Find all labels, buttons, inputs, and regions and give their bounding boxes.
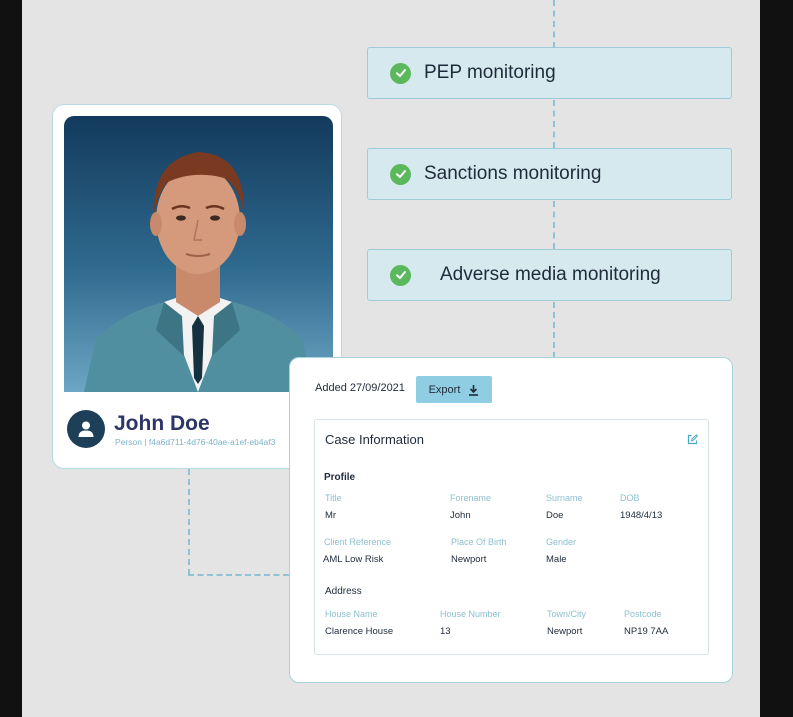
- field-value: Doe: [546, 510, 564, 521]
- canvas: PEP monitoring Sanctions monitoring Adve…: [22, 0, 760, 717]
- monitor-label: PEP monitoring: [424, 62, 556, 83]
- case-card: Added 27/09/2021 Export Case Information…: [289, 357, 733, 683]
- edit-icon[interactable]: [687, 432, 699, 450]
- field-value: Mr: [325, 510, 337, 521]
- connector-line: [188, 574, 289, 576]
- field-value: 1948/4/13: [620, 510, 663, 521]
- field-label: Place Of Birth: [451, 537, 507, 547]
- person-icon: [78, 421, 94, 437]
- field-label: Surname: [546, 493, 583, 503]
- field-label: Town/City: [547, 609, 587, 619]
- export-button[interactable]: Export: [416, 376, 492, 403]
- connector-line: [553, 100, 555, 148]
- connector-line: [553, 201, 555, 249]
- field-label: Client Reference: [324, 537, 392, 547]
- case-information-panel: Case Information Profile Title Mr Forena…: [314, 419, 709, 655]
- sanctions-monitoring-card[interactable]: Sanctions monitoring: [367, 148, 732, 200]
- address-heading: Address: [325, 586, 362, 597]
- field-label: DOB: [620, 493, 640, 503]
- adverse-media-monitoring-card[interactable]: Adverse media monitoring: [367, 249, 732, 301]
- field-label: House Number: [440, 609, 501, 619]
- field-value: Newport: [547, 626, 583, 637]
- person-photo: [64, 116, 333, 392]
- profile-heading: Profile: [324, 472, 356, 483]
- field-value: AML Low Risk: [323, 554, 384, 565]
- field-label: Forename: [450, 493, 492, 503]
- monitor-label: Sanctions monitoring: [424, 163, 602, 184]
- field-label: Postcode: [624, 609, 662, 619]
- check-icon: [390, 163, 411, 185]
- connector-line: [553, 302, 555, 358]
- pep-monitoring-card[interactable]: PEP monitoring: [367, 47, 732, 99]
- field-value: NP19 7AA: [624, 626, 669, 637]
- export-label: Export: [428, 383, 461, 396]
- person-name: John Doe: [114, 412, 210, 435]
- field-value: Clarence House: [325, 626, 394, 637]
- field-value: Newport: [451, 554, 487, 565]
- avatar: [67, 410, 105, 448]
- check-icon: [390, 62, 411, 84]
- download-icon: [469, 384, 479, 396]
- added-date: Added 27/09/2021: [315, 382, 405, 394]
- person-id: Person | f4a6d711-4d76-40ae-a1ef-eb4af3: [115, 437, 276, 447]
- connector-line: [553, 0, 555, 48]
- monitor-label: Adverse media monitoring: [440, 264, 661, 285]
- field-value: 13: [440, 626, 451, 637]
- check-icon: [390, 264, 411, 286]
- case-title: Case Information: [325, 432, 424, 447]
- connector-line: [188, 469, 190, 575]
- field-value: John: [450, 510, 471, 521]
- field-label: Title: [325, 493, 342, 503]
- field-value: Male: [546, 554, 567, 565]
- field-label: House Name: [325, 609, 378, 619]
- field-label: Gender: [546, 537, 577, 547]
